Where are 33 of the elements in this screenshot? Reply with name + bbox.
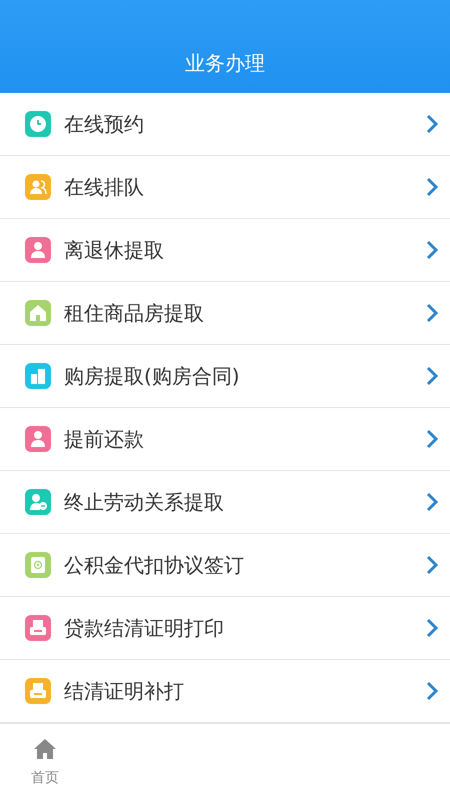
menu-item[interactable]: 提前还款 — [0, 408, 450, 471]
chevron-right-icon — [426, 555, 438, 575]
menu-item[interactable]: 在线排队 — [0, 156, 450, 219]
menu-item[interactable]: 贷款结清证明打印 — [0, 597, 450, 660]
menu-item[interactable]: 结清证明补打 — [0, 660, 450, 723]
menu-item[interactable]: 购房提取(购房合同) — [0, 345, 450, 408]
home-tab[interactable]: 首页 — [25, 737, 65, 787]
menu-item-label: 终止劳动关系提取 — [64, 488, 225, 516]
menu-item-label: 在线排队 — [64, 174, 145, 200]
menu-item-label: 购房提取(购房合同) — [64, 362, 241, 390]
menu-item-label: 公积金代扣协议签订 — [64, 552, 245, 578]
menu-item-label: 贷款结清证明打印 — [64, 614, 225, 642]
menu-item-label: 租住商品房提取 — [64, 300, 205, 326]
chevron-right-icon — [426, 240, 438, 260]
chevron-right-icon — [426, 366, 438, 386]
chevron-right-icon — [426, 681, 438, 701]
chevron-right-icon — [426, 177, 438, 197]
chevron-right-icon — [426, 303, 438, 323]
menu-item-label: 结清证明补打 — [64, 678, 185, 704]
chevron-right-icon — [426, 618, 438, 638]
chevron-right-icon — [426, 114, 438, 134]
menu-item[interactable]: 终止劳动关系提取 — [0, 471, 450, 534]
menu-item[interactable]: 离退休提取 — [0, 219, 450, 282]
menu-item[interactable]: 在线预约 — [0, 93, 450, 156]
menu-item[interactable]: 租住商品房提取 — [0, 282, 450, 345]
menu-item-label: 提前还款 — [64, 426, 145, 452]
menu-item-label: 离退休提取 — [64, 236, 165, 264]
home-icon — [32, 737, 58, 761]
menu-item[interactable]: 公积金代扣协议签订 — [0, 534, 450, 597]
chevron-right-icon — [426, 429, 438, 449]
menu-item-label: 在线预约 — [64, 110, 145, 138]
chevron-right-icon — [426, 492, 438, 512]
page-title: 业务办理 — [185, 50, 265, 77]
